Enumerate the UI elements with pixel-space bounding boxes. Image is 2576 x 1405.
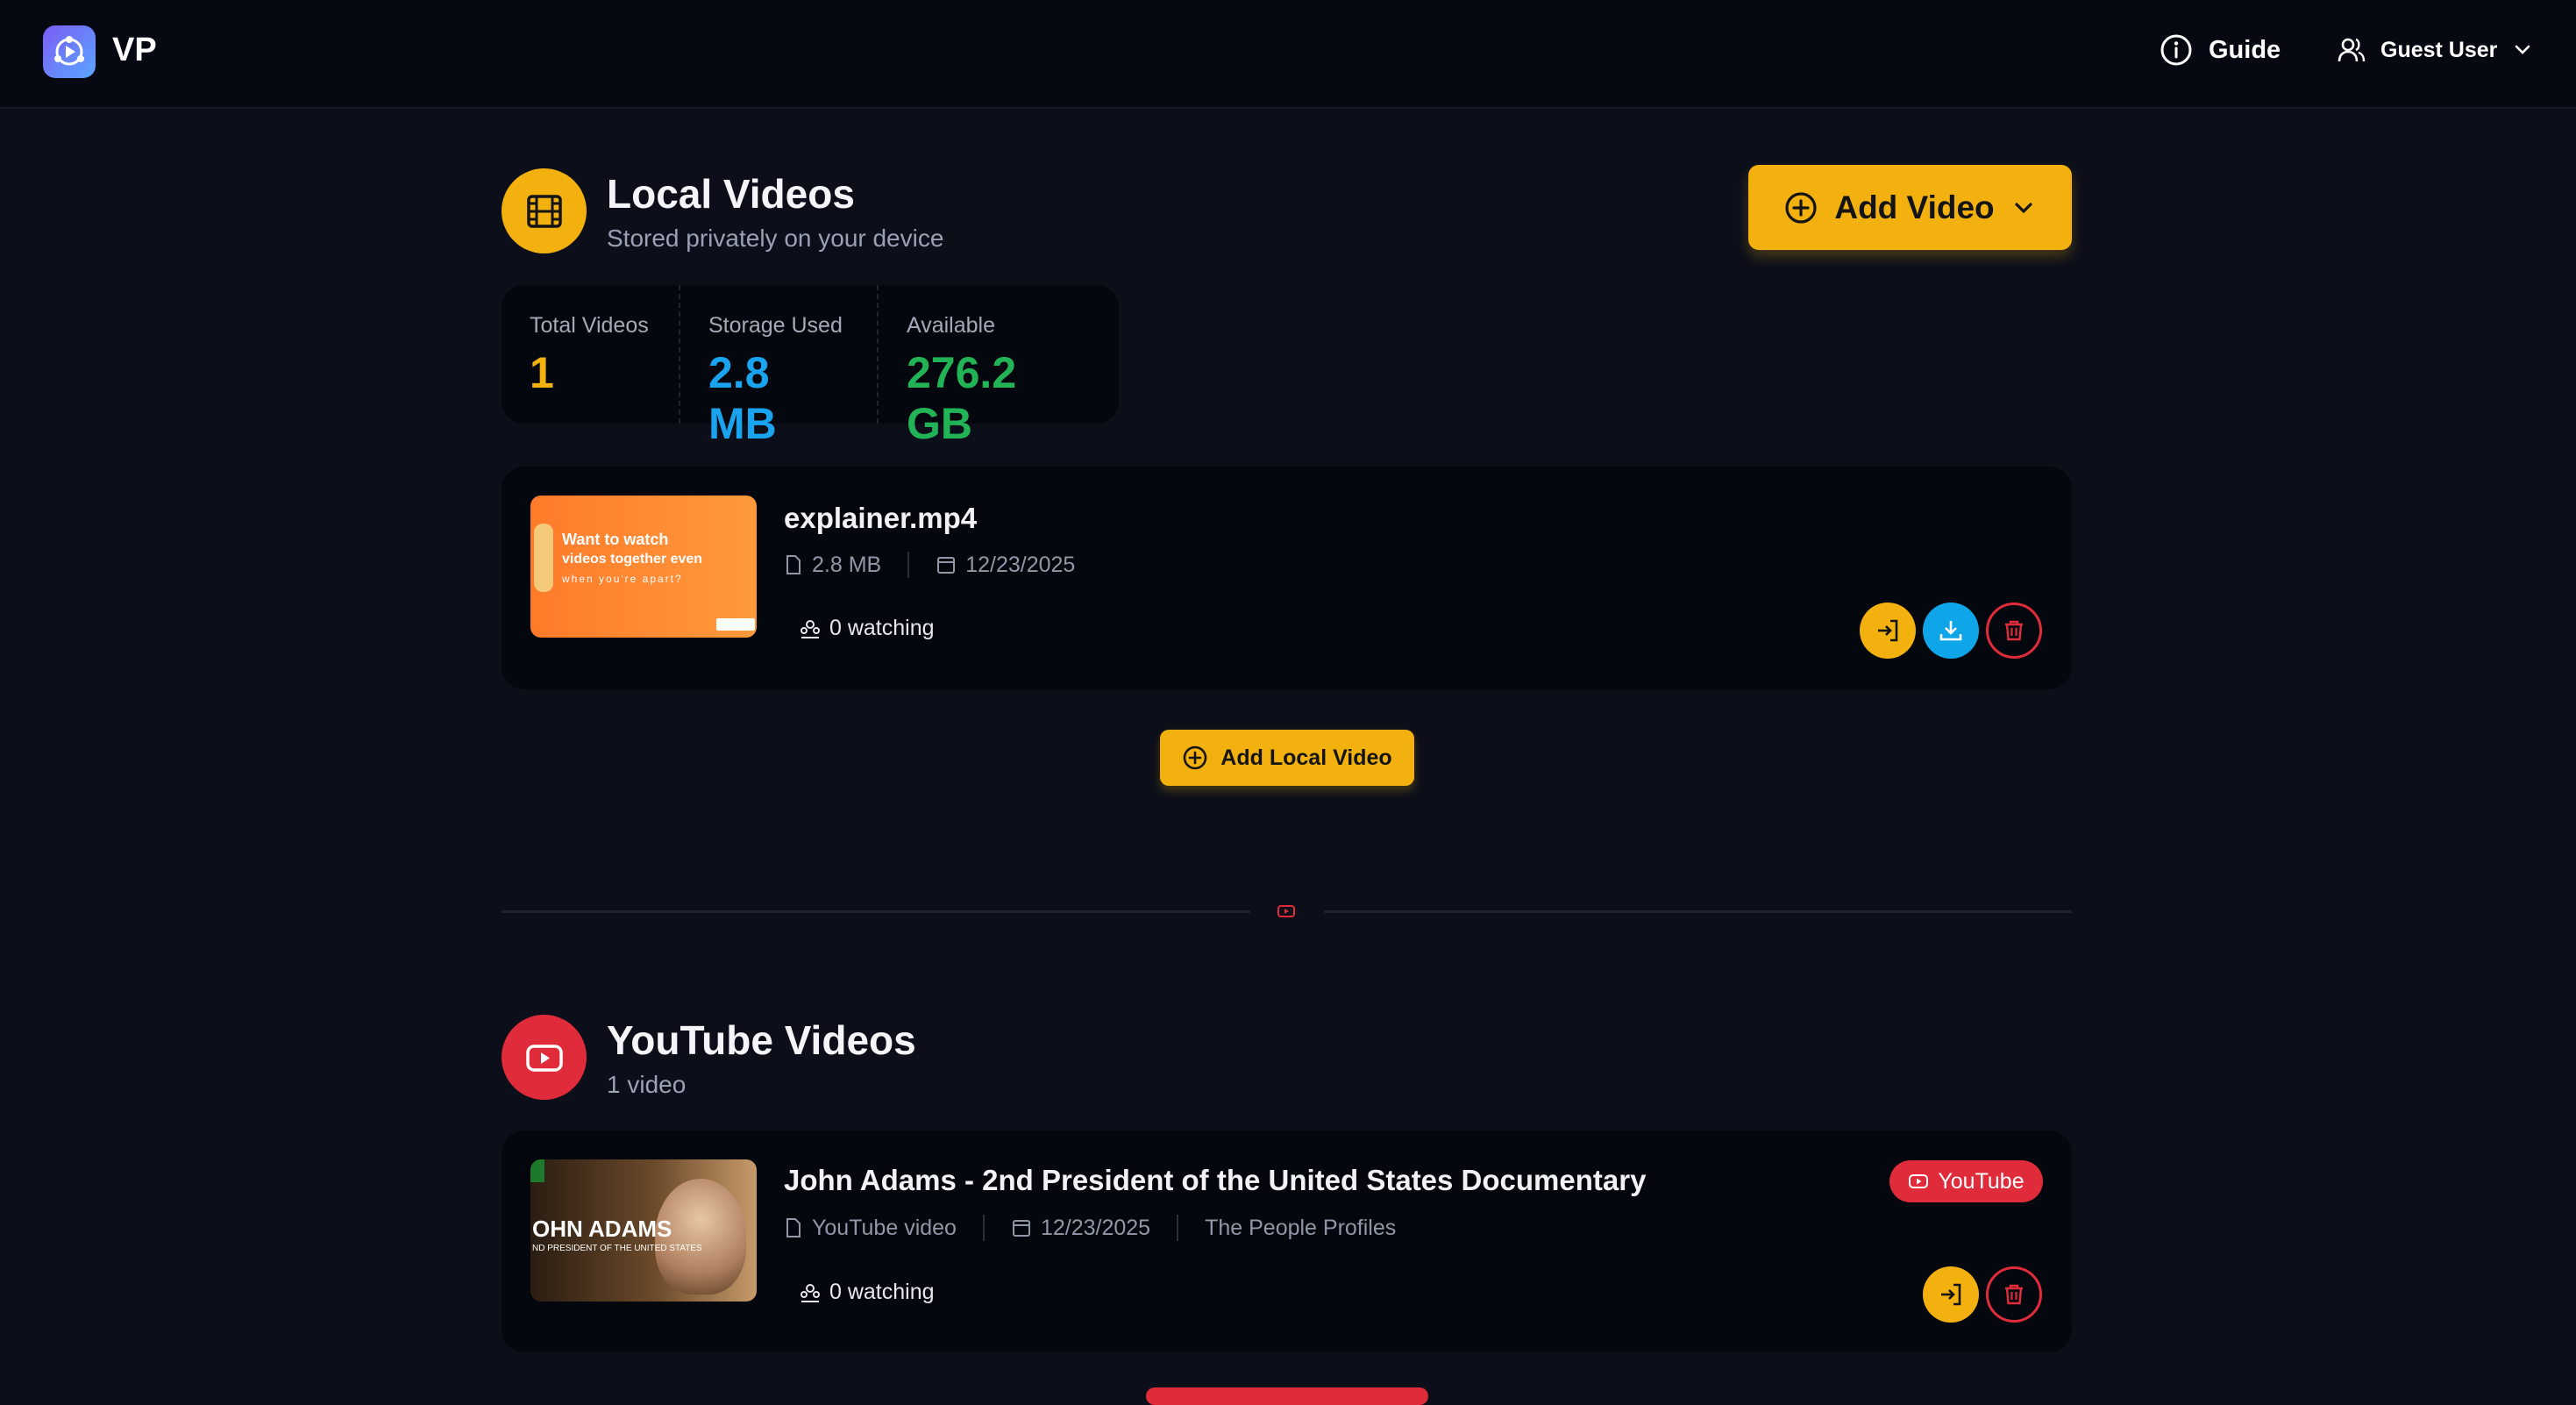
meta-divider xyxy=(982,1215,985,1241)
section-divider xyxy=(1324,910,2072,913)
thumb-text: videos together even xyxy=(562,552,703,567)
trash-icon xyxy=(2005,620,2023,641)
local-videos-subtitle: Stored privately on your device xyxy=(607,225,944,252)
add-local-video-button[interactable]: Add Local Video xyxy=(1160,730,1414,786)
watching-count: 0 watching xyxy=(800,1280,935,1305)
user-menu[interactable]: Guest User xyxy=(2337,35,2534,65)
thumb-text: OHN ADAMS xyxy=(532,1216,672,1242)
add-video-label: Add Video xyxy=(1834,189,1995,225)
thumb-text: ND PRESIDENT OF THE UNITED STATES xyxy=(532,1244,702,1253)
storage-stats: Total Videos 1 Storage Used 2.8 MB Avail… xyxy=(502,285,1119,448)
local-videos-title: Local Videos xyxy=(607,171,855,217)
info-icon xyxy=(2160,34,2192,66)
users-icon xyxy=(2338,38,2366,62)
log-in-icon xyxy=(1941,1283,1961,1306)
chevron-down-icon xyxy=(2516,45,2530,54)
delete-button[interactable] xyxy=(1986,1266,2042,1323)
stat-value: 276.2 GB xyxy=(907,348,1017,448)
local-video-card[interactable]: Want to watch videos together even when … xyxy=(502,467,2072,689)
top-navbar: VP Guide Guest User xyxy=(0,0,2576,109)
stat-label: Total Videos xyxy=(530,313,649,338)
add-local-video-label: Add Local Video xyxy=(1220,745,1392,770)
section-divider xyxy=(502,910,1250,913)
youtube-videos-title: YouTube Videos xyxy=(607,1017,916,1063)
meta-divider xyxy=(907,552,910,578)
add-video-button[interactable]: Add Video xyxy=(1748,165,2072,250)
video-title[interactable]: John Adams - 2nd President of the United… xyxy=(784,1164,1646,1197)
youtube-icon xyxy=(502,1015,587,1100)
file-icon xyxy=(786,1218,801,1237)
file-size-value: 2.8 MB xyxy=(812,552,882,577)
film-icon xyxy=(502,168,587,253)
add-youtube-video-button[interactable] xyxy=(1146,1387,1428,1405)
stat-total-videos: Total Videos 1 xyxy=(502,285,680,424)
stat-label: Available xyxy=(907,313,996,338)
video-date: 12/23/2025 xyxy=(1011,1216,1150,1241)
stat-value: 1 xyxy=(530,348,554,397)
video-type: YouTube video xyxy=(784,1216,957,1241)
stat-label: Storage Used xyxy=(708,313,843,338)
video-meta: 2.8 MB 12/23/2025 xyxy=(784,552,1075,578)
watching-label: 0 watching xyxy=(829,1280,935,1304)
chevron-down-icon xyxy=(2015,202,2032,213)
app-logo-icon[interactable] xyxy=(43,25,96,78)
guide-label: Guide xyxy=(2209,35,2281,64)
video-meta: YouTube video 12/23/2025 The People Prof… xyxy=(784,1215,1396,1241)
viewers-icon xyxy=(801,619,820,638)
thumb-badge xyxy=(530,1159,544,1182)
trash-icon xyxy=(2005,1284,2023,1305)
youtube-small-icon xyxy=(1909,1174,1929,1188)
guide-button[interactable]: Guide xyxy=(2160,33,2281,67)
watching-label: 0 watching xyxy=(829,616,935,640)
date-value: 12/23/2025 xyxy=(1040,1215,1151,1240)
calendar-icon xyxy=(1012,1220,1030,1237)
video-title[interactable]: explainer.mp4 xyxy=(784,502,977,535)
youtube-video-card[interactable]: OHN ADAMS ND PRESIDENT OF THE UNITED STA… xyxy=(502,1130,2072,1352)
youtube-badge: YouTube xyxy=(1889,1160,2043,1202)
join-room-button[interactable] xyxy=(1923,1266,1979,1323)
stat-available: Available 276.2 GB xyxy=(879,285,1119,448)
log-in-icon xyxy=(1878,619,1898,642)
thumb-text: when you're apart? xyxy=(562,573,683,585)
thumb-text: Want to watch xyxy=(562,531,669,548)
youtube-videos-count: 1 video xyxy=(607,1071,687,1098)
video-type-value: YouTube video xyxy=(812,1215,957,1240)
join-room-button[interactable] xyxy=(1860,603,1916,659)
date-value: 12/23/2025 xyxy=(965,552,1076,577)
plus-circle-icon xyxy=(1785,191,1817,224)
user-label: Guest User xyxy=(2380,37,2498,62)
viewers-icon xyxy=(801,1283,820,1302)
watching-count: 0 watching xyxy=(800,616,935,641)
app-brand[interactable]: VP xyxy=(112,32,157,69)
file-size: 2.8 MB xyxy=(784,553,881,578)
video-thumbnail[interactable]: Want to watch videos together even when … xyxy=(530,496,757,638)
file-icon xyxy=(786,555,801,574)
stat-value: 2.8 MB xyxy=(708,348,777,448)
youtube-small-icon xyxy=(1277,905,1295,917)
thumb-logo xyxy=(716,618,755,631)
calendar-icon xyxy=(937,557,956,574)
download-button[interactable] xyxy=(1923,603,1979,659)
youtube-badge-label: YouTube xyxy=(1938,1168,2025,1194)
video-thumbnail[interactable]: OHN ADAMS ND PRESIDENT OF THE UNITED STA… xyxy=(530,1159,757,1302)
stat-storage-used: Storage Used 2.8 MB xyxy=(680,285,879,448)
meta-divider xyxy=(1177,1215,1179,1241)
character-figure xyxy=(534,524,553,592)
plus-circle-icon xyxy=(1183,745,1207,770)
download-icon xyxy=(1939,621,1962,641)
delete-button[interactable] xyxy=(1986,603,2042,659)
channel-name: The People Profiles xyxy=(1205,1215,1397,1240)
video-date: 12/23/2025 xyxy=(936,553,1075,578)
